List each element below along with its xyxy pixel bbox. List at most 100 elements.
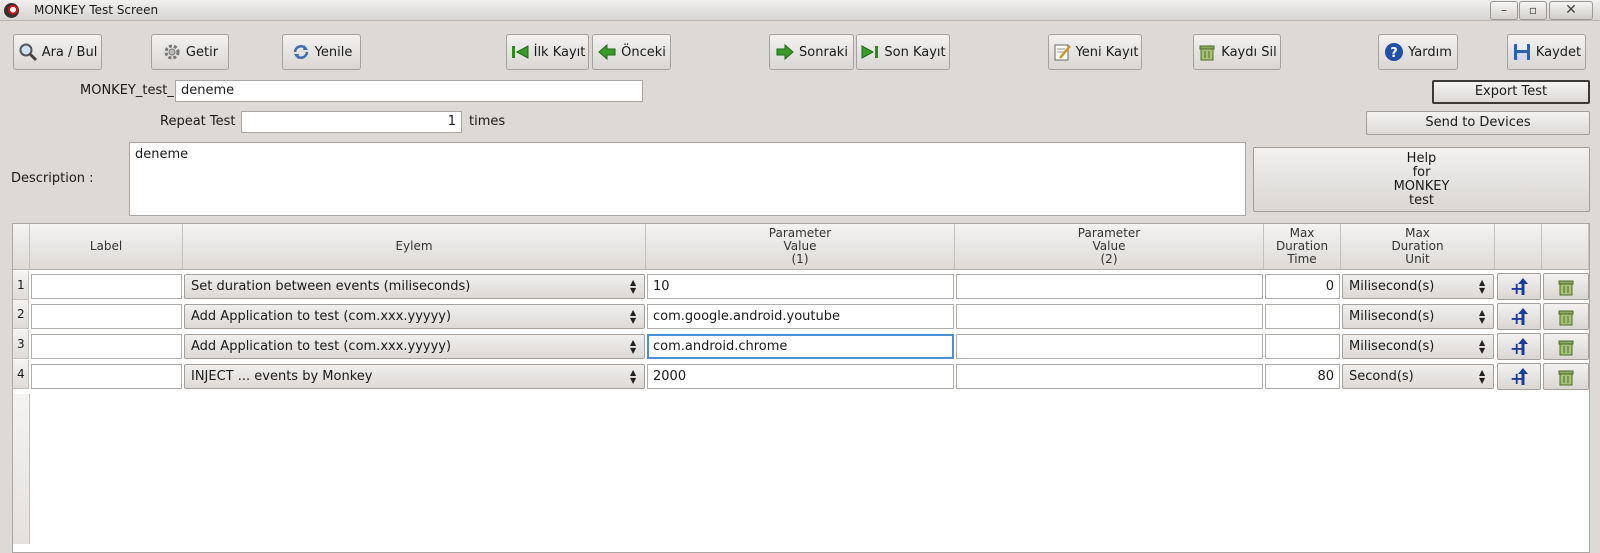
help-line: test — [1409, 192, 1434, 208]
param1-cell[interactable]: com.google.android.youtube — [647, 304, 954, 329]
action-header: Eylem — [183, 224, 646, 270]
first-record-icon — [510, 42, 530, 62]
help-button[interactable]: ? Yardım — [1378, 34, 1458, 70]
first-record-button[interactable]: İlk Kayıt — [506, 34, 589, 70]
save-button-label: Kaydet — [1535, 44, 1582, 60]
search-button-label: Ara / Bul — [41, 44, 98, 60]
repeat-unit-label: times — [469, 114, 506, 129]
delete-row-button[interactable] — [1543, 303, 1589, 330]
delete-row-button[interactable] — [1543, 363, 1589, 390]
window-title: MONKEY Test Screen — [34, 3, 159, 17]
gear-icon — [162, 42, 182, 62]
new-record-icon — [1052, 42, 1072, 62]
delete-record-button[interactable]: Kaydı Sil — [1193, 34, 1281, 70]
unit-select[interactable]: Second(s) ▲ ▼ — [1342, 364, 1494, 389]
param2-header: Parameter Value (2) — [955, 224, 1264, 270]
max-time-cell[interactable] — [1265, 304, 1340, 329]
maximize-button[interactable]: ▫ — [1519, 1, 1547, 20]
param1-header: Parameter Value (1) — [646, 224, 955, 270]
insert-row-button[interactable]: + — [1497, 333, 1541, 360]
test-name-input[interactable]: deneme — [175, 80, 643, 102]
send-to-devices-button[interactable]: Send to Devices — [1366, 111, 1590, 135]
trash-icon — [1556, 307, 1576, 327]
param1-cell[interactable]: 2000 — [647, 364, 954, 389]
test-name-label: MONKEY_test_ — [80, 83, 174, 98]
row-number: 3 — [13, 330, 29, 359]
last-record-icon — [860, 42, 880, 62]
action-select-value: Add Application to test (com.xxx.yyyyy) — [191, 309, 452, 324]
new-record-button[interactable]: Yeni Kayıt — [1048, 34, 1142, 70]
unit-select[interactable]: Milisecond(s) ▲ ▼ — [1342, 274, 1494, 299]
spin-arrows-icon: ▲ ▼ — [630, 368, 637, 385]
refresh-icon — [291, 42, 311, 62]
label-cell[interactable] — [31, 364, 182, 389]
last-record-button-label: Son Kayıt — [884, 44, 946, 60]
help-line: MONKEY — [1393, 178, 1450, 194]
trash-icon — [1197, 42, 1217, 62]
max-unit-header: Max Duration Unit — [1341, 224, 1495, 270]
action-select[interactable]: INJECT ... events by Monkey ▲ ▼ — [184, 364, 645, 389]
delete-row-button[interactable] — [1543, 333, 1589, 360]
help-line: for — [1412, 164, 1431, 180]
label-cell[interactable] — [31, 304, 182, 329]
action-select[interactable]: Add Application to test (com.xxx.yyyyy) … — [184, 304, 645, 329]
unit-select-value: Milisecond(s) — [1349, 339, 1435, 354]
spin-arrows-icon: ▲ ▼ — [630, 308, 637, 325]
help-button-label: Yardım — [1408, 44, 1452, 60]
unit-select-value: Milisecond(s) — [1349, 309, 1435, 324]
label-cell[interactable] — [31, 274, 182, 299]
action-select-value: Set duration between events (miliseconds… — [191, 279, 471, 294]
export-test-button[interactable]: Export Test — [1432, 80, 1590, 104]
row-number: 2 — [13, 300, 29, 329]
last-record-button[interactable]: Son Kayıt — [856, 34, 950, 70]
repeat-test-input[interactable]: 1 — [241, 111, 462, 133]
insert-row-icon: + — [1509, 337, 1529, 357]
insert-row-button[interactable]: + — [1497, 363, 1541, 390]
fetch-button[interactable]: Getir — [151, 34, 229, 70]
max-time-header: Max Duration Time — [1264, 224, 1341, 270]
minimize-button[interactable]: – — [1490, 1, 1518, 20]
header-line: (1) — [791, 252, 809, 266]
app-logo-icon — [4, 3, 19, 18]
param1-cell[interactable]: 10 — [647, 274, 954, 299]
magnifier-icon — [18, 42, 38, 62]
unit-select[interactable]: Milisecond(s) ▲ ▼ — [1342, 334, 1494, 359]
param2-cell[interactable] — [956, 304, 1263, 329]
fetch-button-label: Getir — [185, 44, 219, 60]
label-cell[interactable] — [31, 334, 182, 359]
insert-row-button[interactable]: + — [1497, 273, 1541, 300]
insert-row-icon: + — [1509, 277, 1529, 297]
help-icon: ? — [1384, 42, 1404, 62]
param1-cell[interactable]: com.android.chrome — [647, 334, 954, 359]
spin-arrows-icon: ▲ ▼ — [630, 278, 637, 295]
spin-arrows-icon: ▲ ▼ — [1479, 308, 1486, 325]
param2-cell[interactable] — [956, 364, 1263, 389]
delete-record-button-label: Kaydı Sil — [1221, 44, 1277, 60]
max-time-cell[interactable] — [1265, 334, 1340, 359]
refresh-button[interactable]: Yenile — [282, 34, 361, 70]
action-select[interactable]: Add Application to test (com.xxx.yyyyy) … — [184, 334, 645, 359]
help-monkey-test-button[interactable]: Help for MONKEY test — [1253, 147, 1590, 212]
refresh-button-label: Yenile — [314, 44, 353, 60]
max-time-cell[interactable]: 80 — [1265, 364, 1340, 389]
close-button[interactable]: ✕ — [1549, 1, 1593, 20]
previous-button-label: Önceki — [621, 44, 666, 60]
param2-cell[interactable] — [956, 274, 1263, 299]
next-button[interactable]: Sonraki — [769, 34, 854, 70]
search-button[interactable]: Ara / Bul — [13, 34, 102, 70]
floppy-icon — [1512, 42, 1532, 62]
next-icon — [775, 42, 795, 62]
new-record-button-label: Yeni Kayıt — [1075, 44, 1139, 60]
title-bar — [0, 0, 1600, 21]
row-number: 4 — [13, 360, 29, 389]
previous-button[interactable]: Önceki — [592, 34, 671, 70]
save-button[interactable]: Kaydet — [1507, 34, 1586, 70]
param2-cell[interactable] — [956, 334, 1263, 359]
max-time-cell[interactable]: 0 — [1265, 274, 1340, 299]
delete-column-header — [1542, 224, 1589, 270]
action-select[interactable]: Set duration between events (miliseconds… — [184, 274, 645, 299]
description-textarea[interactable]: deneme — [129, 142, 1246, 216]
delete-row-button[interactable] — [1543, 273, 1589, 300]
insert-row-button[interactable]: + — [1497, 303, 1541, 330]
unit-select[interactable]: Milisecond(s) ▲ ▼ — [1342, 304, 1494, 329]
